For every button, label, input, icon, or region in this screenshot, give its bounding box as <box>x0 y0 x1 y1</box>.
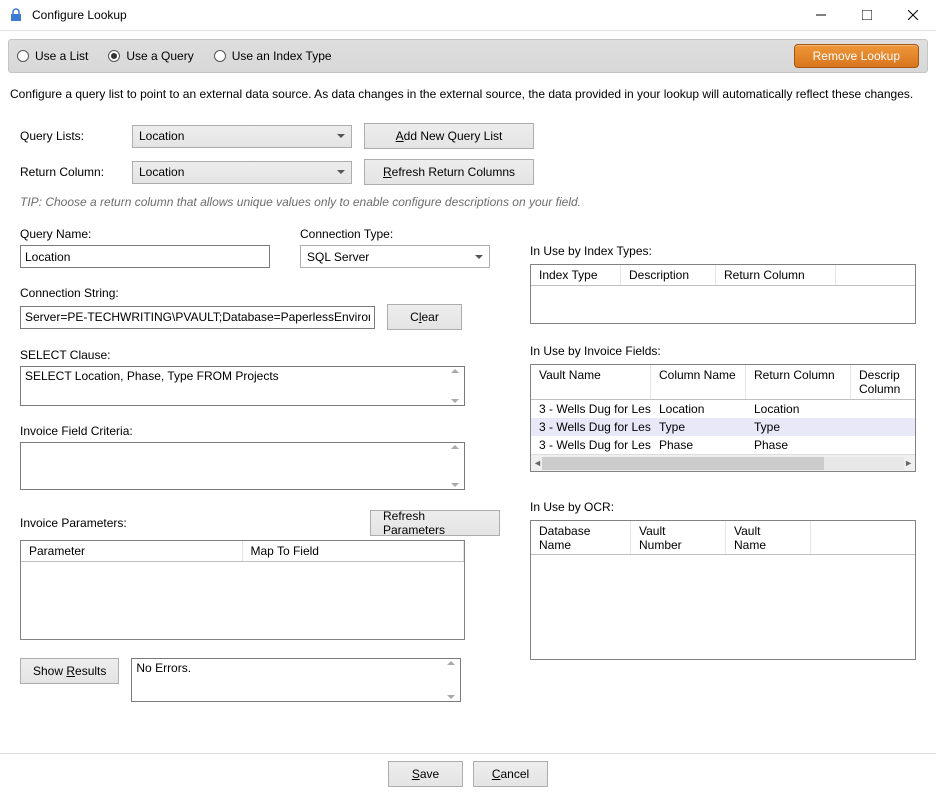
radio-label: Use a List <box>35 49 88 63</box>
connection-string-input[interactable]: Server=PE-TECHWRITING\PVAULT;Database=Pa… <box>20 306 375 329</box>
col-index-type: Index Type <box>531 265 621 285</box>
select-value: Location <box>139 129 184 143</box>
col-return-column: Return Column <box>746 365 851 399</box>
table-row[interactable]: 3 - Wells Dug for LessLocationLocation <box>531 400 915 418</box>
col-database-name: DatabaseName <box>531 521 631 554</box>
label-in-use-invoice: In Use by Invoice Fields: <box>530 344 916 358</box>
textarea-value: No Errors. <box>136 661 191 675</box>
label-in-use-index: In Use by Index Types: <box>530 244 916 258</box>
refresh-return-columns-button[interactable]: Refresh Return Columns <box>364 159 534 185</box>
radio-use-index-type[interactable]: Use an Index Type <box>214 49 332 63</box>
radio-icon <box>214 50 226 62</box>
select-value: SQL Server <box>307 250 369 264</box>
col-return-column: Return Column <box>716 265 836 285</box>
scroll-arrows <box>444 661 458 699</box>
table-row[interactable]: 3 - Wells Dug for LessTypeType <box>531 418 915 436</box>
label-select-clause: SELECT Clause: <box>20 348 500 362</box>
window-title: Configure Lookup <box>32 8 127 22</box>
col-description-column: DescripColumn <box>851 365 915 399</box>
title-bar: Configure Lookup <box>0 0 936 31</box>
radio-label: Use an Index Type <box>232 49 332 63</box>
chevron-down-icon <box>337 170 345 174</box>
label-return-column: Return Column: <box>20 165 132 179</box>
chevron-down-icon <box>475 255 483 259</box>
return-column-select[interactable]: Location <box>132 161 352 184</box>
select-clause-textarea[interactable]: SELECT Location, Phase, Type FROM Projec… <box>20 366 465 406</box>
col-vault-name: VaultName <box>726 521 811 554</box>
close-button[interactable] <box>890 0 936 31</box>
col-description: Description <box>621 265 716 285</box>
radio-use-query[interactable]: Use a Query <box>108 49 193 63</box>
scroll-arrows <box>448 369 462 403</box>
query-name-input[interactable]: Location <box>20 245 270 268</box>
ocr-table[interactable]: DatabaseName VaultNumber VaultName <box>530 520 916 660</box>
label-query-lists: Query Lists: <box>20 129 132 143</box>
radio-label: Use a Query <box>126 49 193 63</box>
table-row[interactable]: 3 - Wells Dug for LessPhasePhase <box>531 436 915 454</box>
col-vault-number: VaultNumber <box>631 521 726 554</box>
label-connection-string: Connection String: <box>20 286 500 300</box>
option-bar: Use a List Use a Query Use an Index Type… <box>8 39 928 73</box>
tip-text: TIP: Choose a return column that allows … <box>20 195 936 209</box>
col-parameter: Parameter <box>21 541 243 561</box>
add-new-query-list-button[interactable]: Add New Query List <box>364 123 534 149</box>
chevron-down-icon <box>337 134 345 138</box>
radio-icon <box>108 50 120 62</box>
col-vault-name: Vault Name <box>531 365 651 399</box>
label-in-use-ocr: In Use by OCR: <box>530 500 916 514</box>
footer: Save Cancel <box>0 753 936 793</box>
textarea-value: SELECT Location, Phase, Type FROM Projec… <box>25 369 279 383</box>
index-types-table[interactable]: Index Type Description Return Column <box>530 264 916 324</box>
remove-lookup-button[interactable]: Remove Lookup <box>794 44 919 68</box>
save-button[interactable]: Save <box>388 761 463 787</box>
cancel-button[interactable]: Cancel <box>473 761 548 787</box>
clear-button[interactable]: Clear <box>387 304 462 330</box>
select-value: Location <box>139 165 184 179</box>
scroll-arrows <box>448 445 462 487</box>
label-invoice-criteria: Invoice Field Criteria: <box>20 424 500 438</box>
maximize-button[interactable] <box>844 0 890 31</box>
input-value: Server=PE-TECHWRITING\PVAULT;Database=Pa… <box>25 310 370 324</box>
label-connection-type: Connection Type: <box>300 227 490 241</box>
lock-icon <box>8 7 24 23</box>
button-label: Remove Lookup <box>813 49 900 63</box>
col-map-to-field: Map To Field <box>243 541 465 561</box>
radio-icon <box>17 50 29 62</box>
results-textarea[interactable]: No Errors. <box>131 658 461 702</box>
show-results-button[interactable]: Show Results <box>20 658 119 684</box>
minimize-button[interactable] <box>798 0 844 31</box>
button-label: Refresh Parameters <box>383 509 487 537</box>
horizontal-scrollbar[interactable]: ◄ ► <box>531 454 915 471</box>
invoice-fields-table[interactable]: Vault Name Column Name Return Column Des… <box>530 364 916 472</box>
label-invoice-params: Invoice Parameters: <box>20 516 127 530</box>
query-lists-select[interactable]: Location <box>132 125 352 148</box>
connection-type-select[interactable]: SQL Server <box>300 245 490 268</box>
label-query-name: Query Name: <box>20 227 270 241</box>
radio-use-list[interactable]: Use a List <box>17 49 88 63</box>
refresh-parameters-button[interactable]: Refresh Parameters <box>370 510 500 536</box>
help-text: Configure a query list to point to an ex… <box>10 87 926 101</box>
invoice-criteria-textarea[interactable] <box>20 442 465 490</box>
input-value: Location <box>25 250 70 264</box>
invoice-parameters-table[interactable]: Parameter Map To Field <box>20 540 465 640</box>
col-column-name: Column Name <box>651 365 746 399</box>
